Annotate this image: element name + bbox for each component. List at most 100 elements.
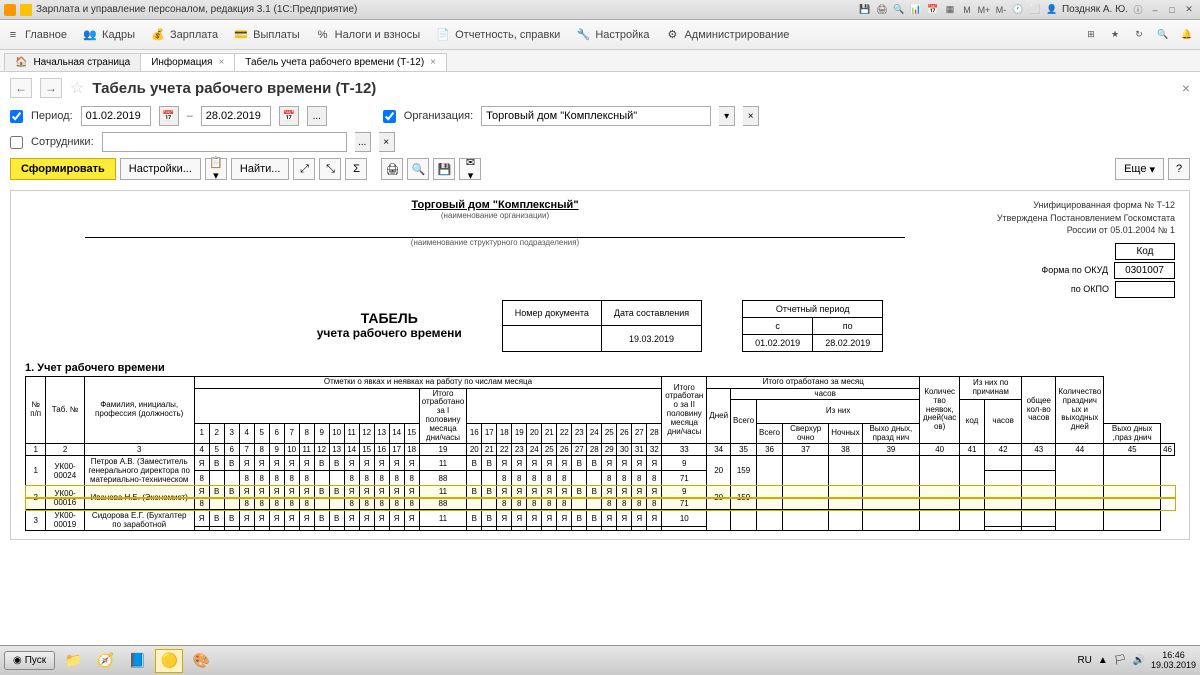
date-to-input[interactable] <box>201 106 271 126</box>
timesheet-table: № п/пТаб. №Фамилия, инициалы, профессия … <box>25 376 1175 532</box>
dash: – <box>187 110 193 122</box>
tab-t12[interactable]: Табель учета рабочего времени (Т-12) × <box>234 53 447 71</box>
expand-button[interactable]: ⤢ <box>293 158 315 180</box>
taskbar: ◉ Пуск 📁 🧭 📘 🟡 🎨 RU ▲ 🏳 🔊 16:4619.03.201… <box>0 645 1200 675</box>
info-icon[interactable]: ⓘ <box>1131 3 1145 17</box>
collapse-button[interactable]: ⤡ <box>319 158 341 180</box>
toolbar: Сформировать Настройки... 📋▾ Найти... ⤢ … <box>10 158 1190 180</box>
lang-indicator[interactable]: RU <box>1077 655 1091 666</box>
tax-icon: % <box>316 28 330 42</box>
fwd-button[interactable]: → <box>40 78 62 98</box>
star-icon[interactable]: ☆ <box>70 78 84 98</box>
tab-close-icon[interactable]: × <box>430 57 436 68</box>
cal-icon[interactable]: 📅 <box>926 3 940 17</box>
approved2: России от 05.01.2004 № 1 <box>965 224 1175 237</box>
org-checkbox[interactable] <box>383 110 396 123</box>
m-icon[interactable]: M <box>960 3 974 17</box>
tab-info[interactable]: Информация × <box>140 53 235 71</box>
org-dd-button[interactable]: ▾ <box>719 106 735 126</box>
staff-icon: 👥 <box>83 28 97 42</box>
menu-main[interactable]: ≡Главное <box>6 28 67 42</box>
search-icon[interactable]: 🔍 <box>1156 28 1170 42</box>
time-icon[interactable]: 🕐 <box>1011 3 1025 17</box>
code-label: Код <box>1115 243 1175 260</box>
mminus-icon[interactable]: M- <box>994 3 1008 17</box>
bell-icon[interactable]: 🔔 <box>1180 28 1194 42</box>
okpo-label: по ОКПО <box>1071 284 1109 294</box>
period-more-button[interactable]: ... <box>307 106 327 126</box>
min-icon[interactable]: – <box>1148 3 1162 17</box>
mplus-icon[interactable]: M+ <box>977 3 991 17</box>
close-icon[interactable]: ✕ <box>1182 3 1196 17</box>
user-name: Поздняк А. Ю. <box>1062 4 1128 15</box>
save-button[interactable]: 💾 <box>433 158 455 180</box>
tray-vol-icon[interactable]: 🔊 <box>1133 655 1145 666</box>
menu-staff[interactable]: 👥Кадры <box>83 28 135 42</box>
folder-icon <box>20 4 32 16</box>
org-label: Организация: <box>404 110 473 122</box>
salary-icon: 💰 <box>151 28 165 42</box>
apps-icon[interactable]: ⊞ <box>1084 28 1098 42</box>
cal-from-button[interactable]: 📅 <box>159 106 179 126</box>
okpo-value <box>1115 281 1175 298</box>
okud-label: Форма по ОКУД <box>1041 265 1108 275</box>
report-org-sub: (наименование организации) <box>25 211 965 220</box>
report-title2: учета рабочего времени <box>317 326 462 340</box>
menubar: ≡Главное 👥Кадры 💰Зарплата 💳Выплаты %Нало… <box>0 20 1200 50</box>
org-input[interactable] <box>481 106 711 126</box>
generate-button[interactable]: Сформировать <box>10 158 116 180</box>
task-app1[interactable]: 📁 <box>59 649 87 673</box>
task-app3[interactable]: 📘 <box>123 649 151 673</box>
print-icon[interactable]: 🖨 <box>875 3 889 17</box>
grid-icon[interactable]: ▦ <box>943 3 957 17</box>
calc-icon[interactable]: 📊 <box>909 3 923 17</box>
hist-icon[interactable]: ↻ <box>1132 28 1146 42</box>
settings-button[interactable]: Настройки... <box>120 158 201 180</box>
preview-button[interactable]: 🔍 <box>407 158 429 180</box>
set-icon: 🔧 <box>576 28 590 42</box>
link-icon[interactable]: 🔍 <box>892 3 906 17</box>
org-clear-button[interactable]: × <box>743 106 759 126</box>
save-icon[interactable]: 💾 <box>858 3 872 17</box>
more-button[interactable]: Еще ▾ <box>1115 158 1164 180</box>
win-icon[interactable]: ⬜ <box>1028 3 1042 17</box>
tray-icon[interactable]: ▲ <box>1098 655 1108 666</box>
date-from-input[interactable] <box>81 106 151 126</box>
task-app4[interactable]: 🟡 <box>155 649 183 673</box>
max-icon[interactable]: □ <box>1165 3 1179 17</box>
start-button[interactable]: ◉ Пуск <box>4 651 55 670</box>
tab-home[interactable]: 🏠 Начальная страница <box>4 53 141 71</box>
emp-clear-button[interactable]: × <box>379 132 395 152</box>
doc-info-table: Номер документаДата составления 19.03.20… <box>502 300 702 352</box>
tray-flag-icon[interactable]: 🏳 <box>1114 655 1127 666</box>
page-close-icon[interactable]: × <box>1182 80 1190 96</box>
okud-value: 0301007 <box>1114 262 1175 279</box>
help-button[interactable]: ? <box>1168 158 1190 180</box>
cal-to-button[interactable]: 📅 <box>279 106 299 126</box>
admin-icon: ⚙ <box>665 28 679 42</box>
mail-button[interactable]: ✉▾ <box>459 158 481 180</box>
menu-payments[interactable]: 💳Выплаты <box>234 28 299 42</box>
sum-button[interactable]: Σ <box>345 158 367 180</box>
back-button[interactable]: ← <box>10 78 32 98</box>
task-app5[interactable]: 🎨 <box>187 649 215 673</box>
menu-reports[interactable]: 📄Отчетность, справки <box>436 28 560 42</box>
form-id: Унифицированная форма № Т-12 <box>965 199 1175 212</box>
menu-admin[interactable]: ⚙Администрирование <box>665 28 789 42</box>
emp-more-button[interactable]: ... <box>355 132 371 152</box>
fav-icon[interactable]: ★ <box>1108 28 1122 42</box>
emp-input[interactable] <box>102 132 347 152</box>
period-checkbox[interactable] <box>10 110 23 123</box>
emp-checkbox[interactable] <box>10 136 23 149</box>
menu-settings[interactable]: 🔧Настройка <box>576 28 649 42</box>
clock[interactable]: 16:4619.03.2019 <box>1151 651 1196 671</box>
menu-taxes[interactable]: %Налоги и взносы <box>316 28 421 42</box>
page-title: Табель учета рабочего времени (Т-12) <box>92 80 376 97</box>
task-app2[interactable]: 🧭 <box>91 649 119 673</box>
find-button[interactable]: Найти... <box>231 158 290 180</box>
menu-salary[interactable]: 💰Зарплата <box>151 28 218 42</box>
app-icon <box>4 4 16 16</box>
tab-close-icon[interactable]: × <box>218 57 224 68</box>
print-button[interactable]: 🖨 <box>381 158 403 180</box>
variant-button[interactable]: 📋▾ <box>205 158 227 180</box>
